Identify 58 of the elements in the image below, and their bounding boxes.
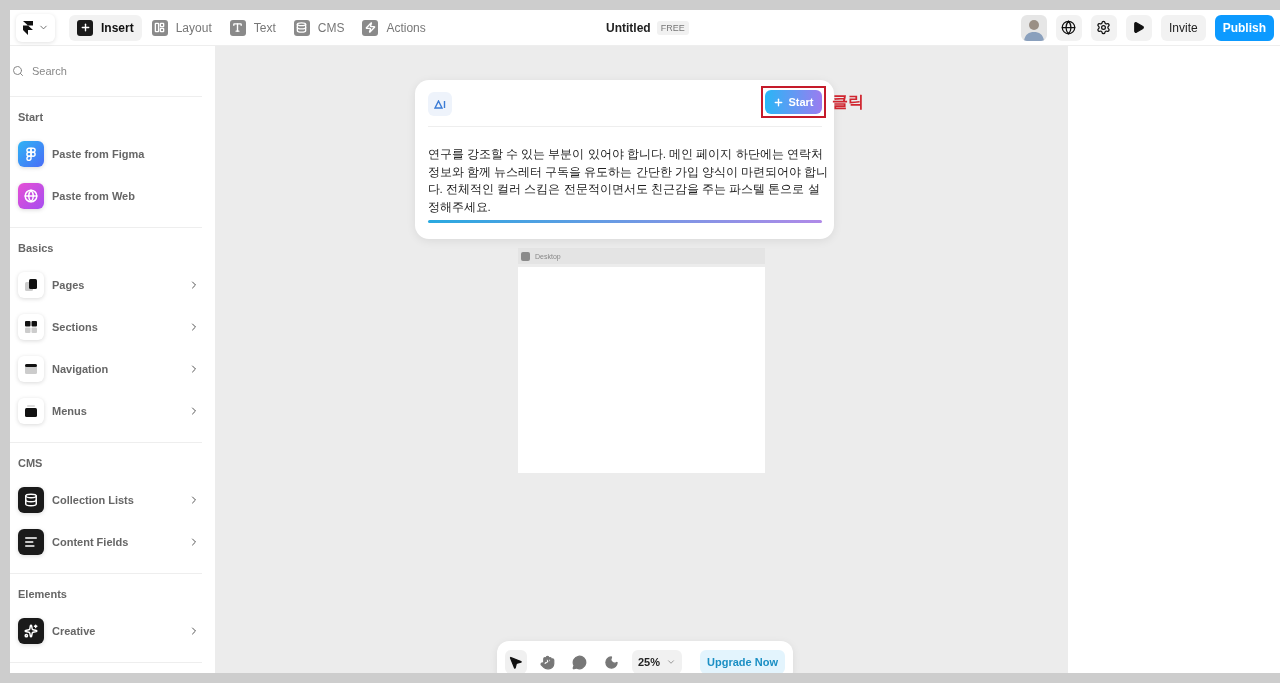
figma-icon [24, 147, 38, 161]
globe-icon [1061, 20, 1077, 35]
globe-icon [24, 189, 38, 203]
menu-tab[interactable]: Actions [354, 14, 434, 41]
sidebar-item[interactable]: Creative [52, 625, 188, 637]
avatar[interactable] [1020, 14, 1047, 41]
sidebar-item[interactable]: Navigation [52, 363, 188, 375]
ai-icon [427, 92, 452, 116]
sidebar-item[interactable]: Menus [52, 405, 188, 417]
plus-icon [77, 19, 93, 36]
sidebar-item[interactable]: Paste from Figma [52, 148, 202, 160]
menu-tab[interactable]: Text [221, 14, 284, 41]
prompt-text[interactable]: 연구를 강조할 수 있는 부분이 있어야 합니다. 메인 페이지 하단에는 연락처 정보와 함께 뉴스레터 구독을 유도하는 간단한 가입 양식이 마련되어야 합니 다. 전체적인 컬러 스킴은 전문적이면서도 친근감을 주는 파스텔 톤으로 설 정해주세요. [427, 127, 829, 215]
sections-icon [24, 320, 38, 334]
play-button[interactable] [1125, 14, 1152, 41]
plan-badge: FREE [656, 21, 689, 35]
settings-icon [1096, 20, 1112, 35]
moon-icon [603, 654, 619, 670]
lines-icon [24, 535, 38, 549]
bolt-icon [362, 19, 379, 36]
sidebar-item[interactable]: Sections [52, 321, 188, 333]
plus-icon [773, 96, 785, 108]
section-title: Elements [18, 588, 68, 600]
publish-button[interactable]: Publish [1214, 14, 1274, 41]
section-title: CMS [18, 457, 44, 469]
pages-icon [24, 278, 38, 292]
zoom-select[interactable]: 25% [632, 650, 683, 673]
pointer-icon [508, 654, 524, 670]
sidebar-item[interactable]: Paste from Web [52, 190, 202, 202]
invite-button[interactable]: Invite [1160, 14, 1206, 41]
database-icon [293, 19, 310, 36]
caret-icon [666, 657, 677, 667]
project-title: Untitled [606, 21, 651, 35]
sidebar-item[interactable]: Pages [52, 279, 188, 291]
globe-button[interactable] [1055, 14, 1082, 41]
settings-button[interactable] [1090, 14, 1117, 41]
comment-icon [571, 654, 587, 670]
section-title: Start [18, 111, 45, 123]
annotation: 클릭 [831, 91, 864, 112]
tool-button[interactable] [505, 650, 527, 673]
sidebar-item[interactable]: Content Fields [52, 536, 188, 548]
menu-tab[interactable]: CMS [285, 14, 353, 41]
search-icon [12, 65, 24, 77]
menu-tab[interactable]: Insert [69, 14, 142, 41]
logo-menu-button[interactable] [16, 13, 55, 42]
navigation-icon [24, 362, 38, 376]
text-icon [229, 19, 246, 36]
database-icon [24, 493, 38, 507]
upgrade-button[interactable]: Upgrade Now [700, 650, 785, 673]
section-title: Basics [18, 242, 55, 254]
hand-icon [540, 654, 556, 670]
logo-icon [22, 20, 34, 35]
sidebar-item[interactable]: Collection Lists [52, 494, 188, 506]
menu-card-icon [24, 404, 38, 418]
menu-tab[interactable]: Layout [143, 14, 220, 41]
sparkle-icon [24, 624, 38, 638]
layout-icon [151, 19, 168, 36]
play-icon [1132, 21, 1146, 34]
